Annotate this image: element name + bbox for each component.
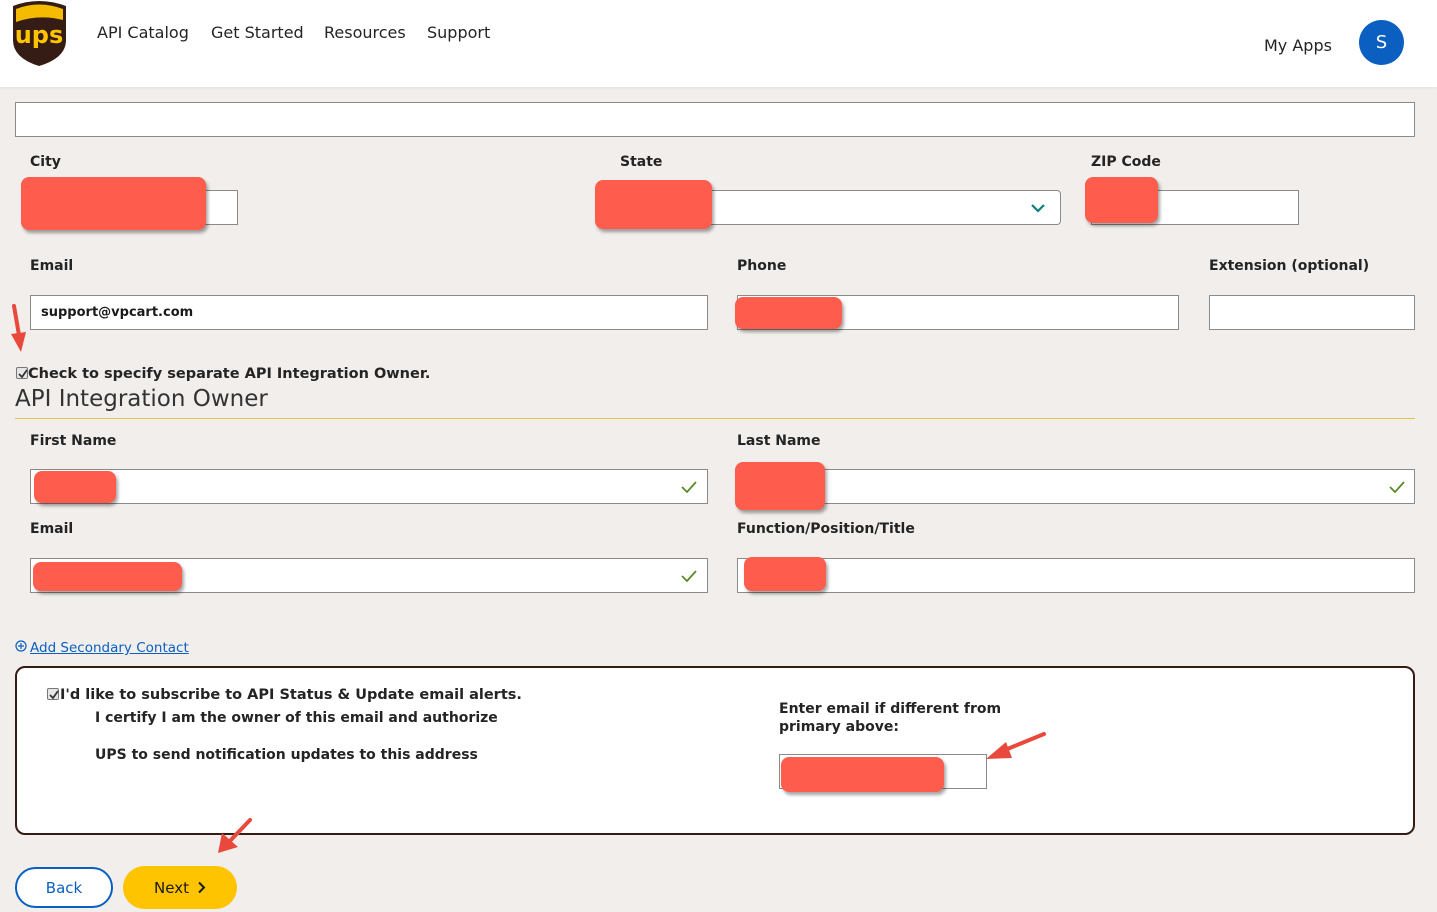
owner-checkbox[interactable] bbox=[16, 367, 28, 379]
redaction-box bbox=[735, 462, 825, 510]
redaction-box bbox=[34, 471, 116, 503]
avatar[interactable]: S bbox=[1359, 20, 1404, 65]
extension-input[interactable] bbox=[1209, 295, 1415, 330]
phone-label: Phone bbox=[737, 258, 787, 274]
valid-check-icon bbox=[681, 570, 697, 582]
section-divider bbox=[15, 418, 1415, 419]
annotation-arrow-icon bbox=[986, 732, 1046, 759]
redaction-box bbox=[781, 757, 944, 792]
redaction-box bbox=[735, 297, 842, 329]
subscribe-label[interactable]: I'd like to subscribe to API Status & Up… bbox=[60, 687, 522, 703]
nav-resources[interactable]: Resources bbox=[324, 23, 406, 42]
redaction-box bbox=[21, 177, 206, 230]
redaction-box bbox=[744, 557, 826, 591]
first-name-input[interactable] bbox=[30, 469, 708, 504]
email-input[interactable]: support@vpcart.com bbox=[30, 295, 708, 330]
back-button[interactable]: Back bbox=[15, 867, 113, 908]
subscribe-checkbox[interactable] bbox=[47, 688, 59, 700]
extension-label: Extension (optional) bbox=[1209, 258, 1370, 274]
nav-support[interactable]: Support bbox=[427, 23, 490, 42]
my-apps-link[interactable]: My Apps bbox=[1264, 36, 1332, 55]
certify-line-1: I certify I am the owner of this email a… bbox=[95, 710, 498, 726]
function-input[interactable] bbox=[737, 558, 1415, 593]
svg-text:ups: ups bbox=[15, 21, 64, 49]
chevron-right-icon bbox=[198, 881, 206, 894]
redaction-box bbox=[595, 180, 712, 229]
annotation-arrow-icon bbox=[11, 304, 26, 352]
valid-check-icon bbox=[681, 481, 697, 493]
owner-checkbox-label[interactable]: Check to specify separate API Integratio… bbox=[28, 366, 430, 382]
owner-email-label: Email bbox=[30, 521, 74, 537]
chevron-down-icon bbox=[1031, 204, 1045, 213]
last-name-input[interactable] bbox=[737, 469, 1415, 504]
plus-circle-icon bbox=[15, 640, 27, 652]
ups-logo[interactable]: ups bbox=[11, 0, 68, 67]
back-button-label: Back bbox=[45, 878, 83, 897]
first-name-label: First Name bbox=[30, 433, 117, 449]
top-nav-bar: ups API Catalog Get Started Resources Su… bbox=[0, 0, 1437, 87]
annotation-arrow-icon bbox=[218, 818, 252, 853]
last-name-label: Last Name bbox=[737, 433, 821, 449]
state-label: State bbox=[620, 154, 663, 170]
certify-line-2: UPS to send notification updates to this… bbox=[95, 747, 478, 763]
city-label: City bbox=[30, 154, 61, 170]
function-label: Function/Position/Title bbox=[737, 521, 915, 537]
redaction-box bbox=[1085, 177, 1158, 223]
checkmark-icon bbox=[49, 690, 59, 700]
nav-api-catalog[interactable]: API Catalog bbox=[97, 23, 189, 42]
zip-label: ZIP Code bbox=[1091, 154, 1161, 170]
nav-get-started[interactable]: Get Started bbox=[211, 23, 304, 42]
next-button[interactable]: Next bbox=[123, 866, 237, 909]
add-secondary-contact-text[interactable]: Add Secondary Contact bbox=[30, 640, 189, 656]
valid-check-icon bbox=[1389, 481, 1405, 493]
next-button-label: Next bbox=[154, 878, 189, 897]
address-line-input[interactable] bbox=[15, 102, 1415, 137]
redaction-box bbox=[33, 562, 182, 591]
email-value: support@vpcart.com bbox=[41, 305, 194, 320]
email-label: Email bbox=[30, 258, 74, 274]
section-title: API Integration Owner bbox=[15, 386, 268, 412]
